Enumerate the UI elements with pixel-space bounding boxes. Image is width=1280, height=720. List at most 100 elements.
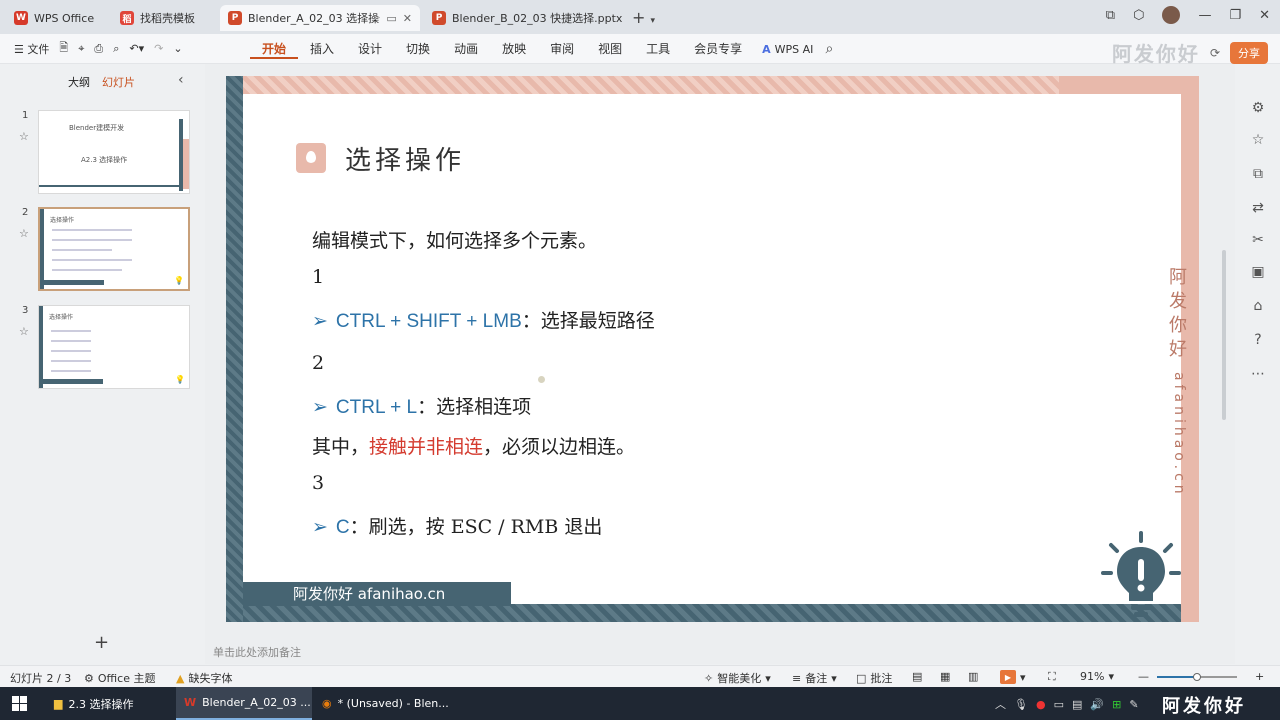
vertical-scrollbar[interactable] — [1222, 250, 1226, 420]
zoom-slider[interactable] — [1157, 673, 1237, 681]
tools-icon[interactable]: ✂ — [1248, 230, 1268, 250]
ime-icon[interactable]: ⊞ — [1112, 698, 1121, 711]
pen-icon[interactable]: ✎ — [1129, 698, 1138, 711]
slide-footer[interactable]: 阿发你好 afanihao.cn — [243, 582, 511, 606]
file-menu[interactable]: ☰ 文件 — [14, 41, 49, 57]
shortcut-line-2[interactable]: ➢ CTRL + L：选择相连项 — [312, 392, 531, 419]
print-icon[interactable]: ⎙ — [94, 42, 103, 56]
network-icon[interactable]: ▤ — [1072, 698, 1082, 711]
favorite-icon[interactable]: ☆ — [1248, 130, 1268, 150]
redo-icon[interactable]: ↷ — [154, 42, 163, 55]
intro-line[interactable]: 编辑模式下，如何选择多个元素。 — [312, 226, 597, 253]
shortcut-line-3[interactable]: ➢ C：刷选，按 ESC / RMB 退出 — [312, 512, 602, 539]
tab-animation[interactable]: 动画 — [442, 39, 490, 59]
taskbar-item-folder[interactable]: ▆ 2.3 选择操作 — [46, 687, 174, 720]
tab-slides[interactable]: 幻灯片 — [102, 74, 135, 90]
window-layout-icon[interactable]: ⧉ — [1106, 8, 1115, 23]
sync-icon[interactable]: ⟳ — [1210, 46, 1220, 60]
add-slide-button[interactable]: + — [94, 632, 109, 653]
tab-transition[interactable]: 切换 — [394, 39, 442, 59]
more-options-icon[interactable]: ⋯ — [1248, 364, 1268, 384]
monitor-icon[interactable]: ▭ — [380, 12, 396, 25]
avatar[interactable] — [1162, 6, 1181, 24]
play-icon: ▶ — [1000, 670, 1016, 684]
grid-view-icon[interactable]: ▦ — [940, 670, 950, 683]
copy-icon[interactable]: ⧉ — [1248, 164, 1268, 184]
tab-member[interactable]: 会员专享 — [682, 39, 754, 59]
note-suffix: ，必须以边相连。 — [483, 436, 636, 458]
tab-tools[interactable]: 工具 — [634, 39, 682, 59]
slide-title[interactable]: 选择操作 — [345, 140, 465, 177]
windows-start-icon[interactable] — [12, 696, 27, 711]
share-button[interactable]: 分享 — [1230, 41, 1268, 64]
record-icon[interactable]: ● — [1036, 698, 1046, 711]
missing-font-button[interactable]: ▲ 缺失字体 — [176, 670, 232, 686]
close-tab-icon[interactable]: ✕ — [397, 12, 412, 25]
new-tab-button[interactable]: + ▾ — [632, 8, 655, 27]
tab-outline[interactable]: 大纲 — [68, 74, 90, 90]
step-number-2[interactable]: 2 — [312, 352, 324, 374]
fit-window-icon[interactable]: ⛶ — [1048, 670, 1056, 684]
volume-icon[interactable]: 🔊 — [1090, 698, 1104, 711]
search-icon[interactable]: ⌕ — [821, 41, 833, 57]
tab-view[interactable]: 视图 — [586, 39, 634, 59]
wps-ai-button[interactable]: A WPS AI — [754, 43, 821, 56]
star-icon[interactable]: ☆ — [19, 227, 29, 240]
slide-thumbnail-3[interactable]: 选择操作 💡 — [38, 305, 190, 389]
notes-label: 备注 — [805, 672, 828, 685]
tab-wps-office[interactable]: W WPS Office — [6, 5, 106, 31]
comments-button[interactable]: □ 批注 — [856, 670, 892, 686]
slide-thumbnail-2[interactable]: 选择操作 💡 — [38, 207, 190, 291]
slide-thumbnail-1[interactable]: Blender建模开发 A2.3 选择操作 — [38, 110, 190, 194]
minimize-icon[interactable]: — — [1198, 8, 1211, 23]
reading-view-icon[interactable]: ▥ — [968, 670, 978, 683]
note-line[interactable]: 其中，接触并非相连，必须以边相连。 — [312, 432, 635, 459]
save-icon[interactable]: 🗎 — [59, 39, 68, 58]
book-icon[interactable]: ▣ — [1248, 262, 1268, 282]
shirt-icon[interactable]: ⌂ — [1248, 296, 1268, 316]
step-number-1[interactable]: 1 — [312, 266, 324, 288]
zoom-slider-knob[interactable] — [1193, 673, 1201, 681]
tab-blender-a-active[interactable]: P Blender_A_02_03 选择操作.p ▭ ✕ — [220, 5, 420, 31]
taskbar-item-blender[interactable]: ◉ * (Unsaved) - Blen... — [314, 687, 450, 720]
collapse-panel-icon[interactable]: ‹ — [178, 72, 184, 88]
more-icon[interactable]: ⌄ — [173, 42, 182, 55]
tab-home[interactable]: 开始 — [250, 39, 299, 59]
preview-icon[interactable]: ⌕ — [113, 42, 119, 56]
help-icon[interactable]: ? — [1248, 330, 1268, 350]
zoom-level[interactable]: 91% ▾ — [1080, 670, 1114, 683]
star-icon[interactable]: ☆ — [19, 130, 29, 143]
taskbar-item-wps[interactable]: W Blender_A_02_03 ... — [176, 687, 312, 720]
thumbnail-number: 1 — [22, 110, 29, 121]
close-window-icon[interactable]: ✕ — [1259, 8, 1270, 23]
restore-icon[interactable]: ❐ — [1229, 8, 1241, 23]
tab-insert[interactable]: 插入 — [298, 39, 346, 59]
zoom-out-icon[interactable]: — — [1138, 670, 1149, 683]
slide-canvas: 选择操作 编辑模式下，如何选择多个元素。 1 ➢ CTRL + SHIFT + L… — [205, 64, 1235, 664]
pin-icon[interactable]: ⌖ — [78, 42, 84, 56]
tab-review[interactable]: 审阅 — [538, 39, 586, 59]
notes-placeholder[interactable]: 单击此处添加备注 — [213, 644, 301, 660]
slide[interactable]: 选择操作 编辑模式下，如何选择多个元素。 1 ➢ CTRL + SHIFT + L… — [226, 76, 1199, 622]
battery-icon[interactable]: ▭ — [1054, 698, 1064, 711]
tab-design[interactable]: 设计 — [346, 39, 394, 59]
mic-icon[interactable]: 🎙 — [1014, 698, 1028, 711]
convert-icon[interactable]: ⇄ — [1248, 198, 1268, 218]
theme-icon: ⚙ — [84, 671, 94, 685]
normal-view-icon[interactable]: ▤ — [912, 670, 922, 683]
star-icon[interactable]: ☆ — [19, 325, 29, 338]
tray-chevron-icon[interactable]: ︿ — [995, 696, 1006, 712]
smart-beautify-button[interactable]: ✧ 智能美化 ▾ — [704, 670, 771, 686]
cube-icon[interactable]: ⬡ — [1133, 8, 1144, 23]
step-number-3[interactable]: 3 — [312, 472, 324, 494]
theme-button[interactable]: ⚙ Office 主题 — [84, 670, 155, 686]
notes-button[interactable]: ≡ 备注 ▾ — [792, 670, 837, 686]
properties-icon[interactable]: ⚙ — [1248, 98, 1268, 118]
play-slideshow-button[interactable]: ▶ ▾ — [1000, 670, 1026, 684]
undo-icon[interactable]: ↶▾ — [129, 42, 144, 55]
tab-blender-b[interactable]: P Blender_B_02_03 快捷选择.pptx — [424, 5, 622, 31]
tab-docer-templates[interactable]: 稻 找稻壳模板 — [112, 5, 216, 31]
shortcut-line-1[interactable]: ➢ CTRL + SHIFT + LMB：选择最短路径 — [312, 306, 655, 333]
tab-slideshow[interactable]: 放映 — [490, 39, 538, 59]
zoom-in-icon[interactable]: + — [1255, 670, 1264, 683]
